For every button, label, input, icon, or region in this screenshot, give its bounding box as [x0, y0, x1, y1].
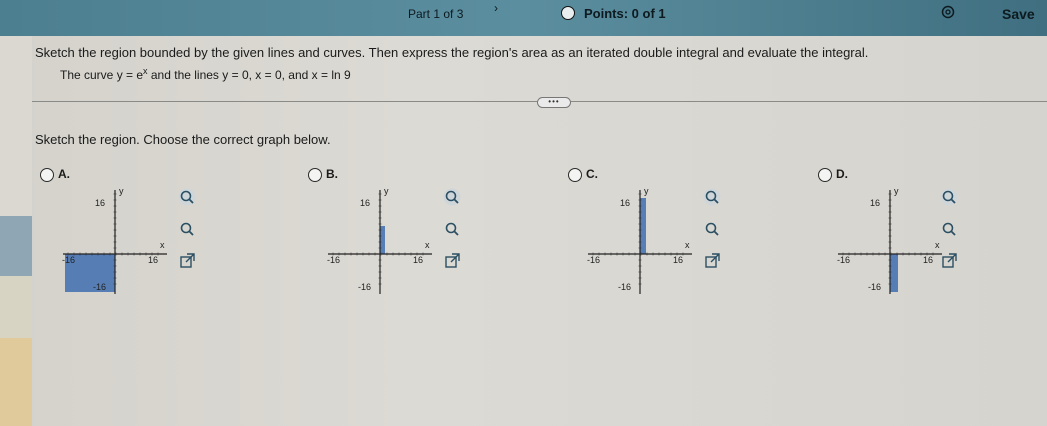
x-axis-name: x [425, 240, 430, 250]
question-text: Sketch the region bounded by the given l… [35, 45, 869, 60]
option-label: A. [58, 167, 70, 181]
option-graph: 16-16-16 16xy [587, 186, 692, 294]
x-axis-name: x [160, 240, 165, 250]
shaded-region [640, 198, 646, 254]
x-min-label: -16 [837, 255, 850, 265]
option-radio-b[interactable] [308, 168, 322, 182]
y-max-label: 16 [95, 198, 105, 208]
zoom-out-icon[interactable] [940, 220, 958, 238]
y-axis-name: y [119, 186, 124, 196]
x-axis-name: x [935, 240, 940, 250]
zoom-in-icon[interactable] [940, 188, 958, 206]
y-axis-name: y [894, 186, 899, 196]
option-graph: 16-16-16 16xy [837, 186, 942, 294]
y-axis-name: y [644, 186, 649, 196]
x-min-label: -16 [587, 255, 600, 265]
option-radio-d[interactable] [818, 168, 832, 182]
option-radio-a[interactable] [40, 168, 54, 182]
x-min-label: -16 [327, 255, 340, 265]
sidebar-strip [0, 216, 32, 276]
chevron-right-icon[interactable]: › [494, 1, 498, 15]
zoom-in-icon[interactable] [443, 188, 461, 206]
option-label: C. [586, 167, 598, 181]
sketch-prompt: Sketch the region. Choose the correct gr… [35, 132, 331, 147]
more-button[interactable]: ••• [537, 97, 571, 108]
zoom-out-icon[interactable] [703, 220, 721, 238]
y-axis-name: y [384, 186, 389, 196]
y-max-label: 16 [870, 198, 880, 208]
zoom-out-icon[interactable] [178, 220, 196, 238]
x-max-label: 16 [413, 255, 423, 265]
open-external-icon[interactable] [940, 252, 958, 270]
option-graph: 16-16-16 16xy [327, 186, 432, 294]
option-graph: 16-16-16 16xy [62, 186, 167, 294]
settings-gear-icon[interactable] [940, 4, 956, 20]
points-status-icon [561, 6, 575, 20]
open-external-icon[interactable] [178, 252, 196, 270]
top-bar: Part 1 of 3 › Points: 0 of 1 Save [0, 0, 1047, 36]
y-min-label: -16 [618, 282, 631, 292]
zoom-out-icon[interactable] [443, 220, 461, 238]
x-max-label: 16 [148, 255, 158, 265]
x-max-label: 16 [673, 255, 683, 265]
y-min-label: -16 [868, 282, 881, 292]
option-radio-c[interactable] [568, 168, 582, 182]
save-button[interactable]: Save [1002, 6, 1035, 22]
option-label: D. [836, 167, 848, 181]
zoom-in-icon[interactable] [178, 188, 196, 206]
open-external-icon[interactable] [443, 252, 461, 270]
points-label: Points: 0 of 1 [584, 6, 666, 21]
x-axis-name: x [685, 240, 690, 250]
option-label: B. [326, 167, 338, 181]
open-external-icon[interactable] [703, 252, 721, 270]
y-min-label: -16 [358, 282, 371, 292]
y-max-label: 16 [360, 198, 370, 208]
sidebar-strip [0, 276, 32, 338]
x-min-label: -16 [62, 255, 75, 265]
y-min-label: -16 [93, 282, 106, 292]
y-max-label: 16 [620, 198, 630, 208]
part-indicator: Part 1 of 3 [408, 7, 464, 21]
zoom-in-icon[interactable] [703, 188, 721, 206]
x-max-label: 16 [923, 255, 933, 265]
sidebar-strip [0, 338, 32, 426]
curve-statement: The curve y = ex and the lines y = 0, x … [60, 66, 351, 82]
sidebar-strip [0, 36, 32, 216]
